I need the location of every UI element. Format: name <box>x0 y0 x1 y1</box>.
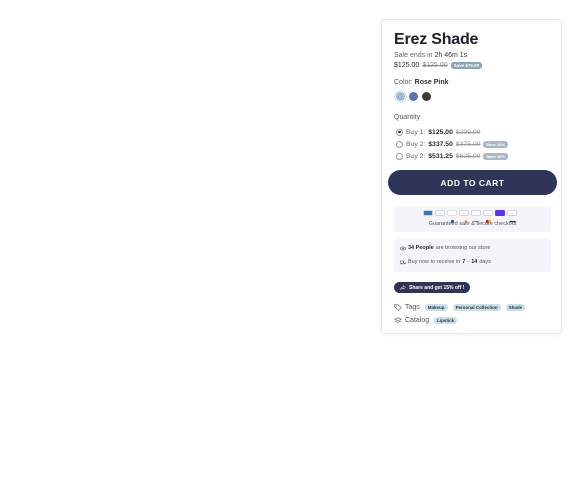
price-row: $125.00 $125.00 Save $75.00 <box>394 62 483 69</box>
color-label: Color: Rose Pink <box>394 79 449 86</box>
selected-color: Rose Pink <box>414 79 449 86</box>
payment-icons <box>423 210 517 224</box>
quantity-option-2[interactable]: Buy 2: $337.50 $375.00 Save 10% <box>396 138 508 150</box>
visa-icon <box>507 210 517 223</box>
secure-checkout-text: Guaranteed safe & secure checkout <box>428 221 517 227</box>
current-price: $125.00 <box>394 62 420 69</box>
add-to-cart-button[interactable]: ADD TO CART <box>388 170 557 195</box>
original-price: $125.00 <box>422 62 448 69</box>
color-swatches <box>396 92 431 101</box>
sale-timer: Sale ends in 2h 46m 1s <box>394 52 468 59</box>
tag-icon <box>394 304 402 311</box>
tags-row: Tags Makeup Personal Collection Shade <box>394 304 526 311</box>
quantity-option-3[interactable]: Buy 2: $531.25 $625.00 Save 15% <box>396 150 508 162</box>
tag-chip[interactable]: Shade <box>505 304 526 311</box>
discount-badge: Save 15% <box>483 152 508 160</box>
quantity-label: Quantity <box>394 114 421 121</box>
delivery-line: Buy now to receive in 7 - 14 days <box>400 259 491 265</box>
share-icon <box>400 285 406 290</box>
product-title: Erez Shade <box>394 31 479 48</box>
swatch-charcoal[interactable] <box>422 92 431 101</box>
swatch-blue[interactable] <box>409 92 418 101</box>
radio-icon[interactable] <box>396 152 403 160</box>
layers-icon <box>394 317 402 323</box>
secure-checkout-box: Guaranteed safe & secure checkout <box>394 207 551 232</box>
tag-chip[interactable]: Personal Collection <box>452 304 501 311</box>
countdown: 2h 46m 1s <box>434 52 468 59</box>
share-discount-button[interactable]: Share and get 15% off ! <box>394 282 471 293</box>
mastercard-icon <box>483 210 493 224</box>
quantity-options: Buy 1: $125.00 $200.00 Buy 2: $337.50 $3… <box>396 126 508 162</box>
quantity-option-1[interactable]: Buy 1: $125.00 $200.00 <box>396 126 508 138</box>
save-badge: Save $75.00 <box>450 62 483 69</box>
amex-icon <box>423 210 433 216</box>
tag-chip[interactable]: Makeup <box>424 304 448 311</box>
discount-badge: Save 10% <box>483 140 508 148</box>
diners-icon <box>447 210 457 224</box>
eye-icon <box>400 246 406 250</box>
radio-icon[interactable] <box>396 140 403 148</box>
swatch-rose-pink[interactable] <box>396 92 405 101</box>
truck-icon <box>400 260 406 264</box>
shop-pay-icon <box>495 210 505 216</box>
radio-icon[interactable] <box>396 128 403 136</box>
gpay-icon <box>471 210 481 222</box>
catalog-chip[interactable]: Lipstick <box>434 317 458 324</box>
apple-pay-icon <box>435 210 445 216</box>
store-activity-box: 34 People are browsing our store Buy now… <box>394 239 551 272</box>
product-card: Erez Shade Sale ends in 2h 46m 1s $125.0… <box>381 19 562 334</box>
catalog-row: Catalog Lipstick <box>394 317 458 324</box>
browsing-line: 34 People are browsing our store <box>400 245 490 251</box>
discover-icon <box>459 210 469 223</box>
